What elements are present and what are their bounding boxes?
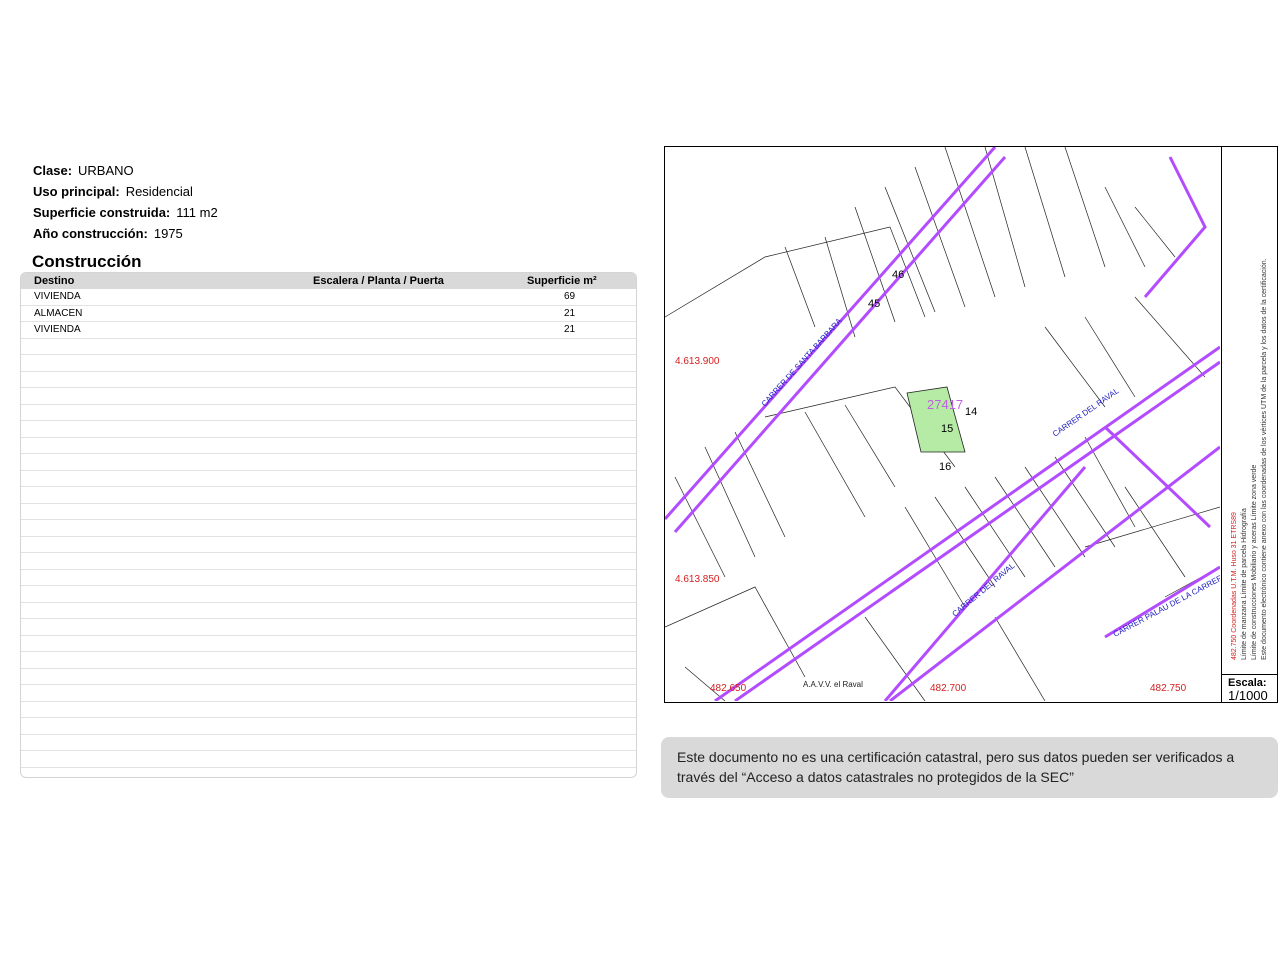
scale-value: 1/1000 bbox=[1228, 688, 1268, 703]
table-row bbox=[21, 652, 636, 669]
street-labels: CARRER DE SANTA BARBARA CARRER DEL RAVAL… bbox=[760, 316, 1220, 639]
street-santa-barbara: CARRER DE SANTA BARBARA bbox=[760, 316, 844, 408]
map-legend: 482.750 Coordenadas U.T.M. Huso 31 ETRS8… bbox=[1221, 147, 1278, 674]
table-row: VIVIENDA 69 bbox=[21, 289, 636, 306]
table-row bbox=[21, 718, 636, 735]
table-row bbox=[21, 768, 636, 778]
cell-destino: VIVIENDA bbox=[34, 291, 81, 302]
table-row bbox=[21, 339, 636, 355]
table-row bbox=[21, 603, 636, 619]
uso-label: Uso principal: bbox=[33, 184, 120, 199]
uso-value: Residencial bbox=[125, 184, 193, 199]
anio-label: Año construcción: bbox=[33, 226, 148, 241]
table-row bbox=[21, 405, 636, 421]
table-row bbox=[21, 570, 636, 586]
table-row bbox=[21, 372, 636, 388]
map-drawing: 4.613.900 4.613.850 482.650 482.700 482.… bbox=[665, 147, 1220, 701]
cell-superficie: 21 bbox=[564, 324, 576, 335]
legend-text: 482.750 Coordenadas U.T.M. Huso 31 ETRS8… bbox=[1230, 160, 1270, 660]
parcel-number: 16 bbox=[939, 461, 951, 473]
cell-superficie: 69 bbox=[564, 291, 576, 302]
parcel-number: 45 bbox=[868, 298, 880, 310]
table-row bbox=[21, 388, 636, 405]
cell-superficie: 21 bbox=[564, 307, 576, 319]
parcel-number: 14 bbox=[965, 406, 977, 418]
table-row bbox=[21, 355, 636, 372]
clase-row: Clase: URBANO bbox=[33, 160, 218, 181]
coord-x1: 482.650 bbox=[710, 683, 747, 694]
table-row: VIVIENDA 21 bbox=[21, 322, 636, 339]
property-info: Clase: URBANO Uso principal: Residencial S… bbox=[33, 160, 218, 244]
table-row bbox=[21, 553, 636, 570]
cell-destino: VIVIENDA bbox=[34, 324, 81, 335]
table-row bbox=[21, 487, 636, 504]
coord-x2: 482.700 bbox=[930, 683, 967, 694]
anio-row: Año construcción: 1975 bbox=[33, 223, 218, 244]
table-row bbox=[21, 735, 636, 751]
superficie-label: Superficie construida: bbox=[33, 205, 171, 220]
table-header: Destino Escalera / Planta / Puerta Super… bbox=[21, 273, 636, 289]
legend-lines-1: Límite de manzana Límite de parcela Hidr… bbox=[1241, 508, 1248, 660]
uso-row: Uso principal: Residencial bbox=[33, 181, 218, 202]
table-body: VIVIENDA 69 ALMACEN 21 VIVIENDA 21 bbox=[21, 289, 636, 778]
legend-lines-2: Límite de construcciones Mobiliario y ac… bbox=[1251, 464, 1258, 660]
table-row bbox=[21, 619, 636, 636]
table-row bbox=[21, 636, 636, 652]
coord-y2: 4.613.850 bbox=[675, 574, 720, 585]
construccion-title: Construcción bbox=[32, 252, 142, 271]
parcel-reference: 27417 bbox=[927, 397, 963, 412]
header-superficie: Superficie m² bbox=[527, 275, 597, 287]
legend-note: Este documento electrónico contiene anex… bbox=[1261, 258, 1268, 660]
parcel-number: 15 bbox=[941, 423, 953, 435]
anio-value: 1975 bbox=[153, 226, 183, 241]
table-row bbox=[21, 669, 636, 685]
aavv-label: A.A.V.V. el Raval bbox=[803, 680, 863, 689]
superficie-value: 111 m2 bbox=[176, 205, 218, 220]
legend-coordinates: 482.750 Coordenadas U.T.M. Huso 31 ETRS8… bbox=[1231, 512, 1238, 660]
table-row bbox=[21, 586, 636, 603]
table-row bbox=[21, 504, 636, 520]
clase-value: URBANO bbox=[78, 163, 134, 178]
coord-y1: 4.613.900 bbox=[675, 356, 720, 367]
street-palau: CARRER PALAU DE LA CARRERA bbox=[1112, 570, 1220, 638]
table-row bbox=[21, 471, 636, 487]
table-row bbox=[21, 685, 636, 702]
cell-destino: ALMACEN bbox=[34, 307, 83, 319]
superficie-row: Superficie construida: 111 m2 bbox=[33, 202, 218, 223]
table-row bbox=[21, 438, 636, 454]
header-destino: Destino bbox=[34, 275, 75, 287]
table-row bbox=[21, 537, 636, 553]
cadastral-map: 4.613.900 4.613.850 482.650 482.700 482.… bbox=[664, 146, 1278, 703]
parcel-number: 46 bbox=[892, 269, 904, 281]
header-escalera: Escalera / Planta / Puerta bbox=[313, 275, 444, 287]
table-row bbox=[21, 421, 636, 438]
map-scale: Escala: 1/1000 bbox=[1221, 674, 1278, 703]
construccion-table: Destino Escalera / Planta / Puerta Super… bbox=[20, 272, 637, 778]
disclaimer-notice: Este documento no es una certificación c… bbox=[661, 737, 1278, 798]
clase-label: Clase: bbox=[33, 163, 73, 178]
table-row bbox=[21, 702, 636, 718]
table-row: ALMACEN 21 bbox=[21, 306, 636, 322]
table-row bbox=[21, 520, 636, 537]
coord-x3: 482.750 bbox=[1150, 683, 1187, 694]
table-row bbox=[21, 751, 636, 768]
table-row bbox=[21, 454, 636, 471]
